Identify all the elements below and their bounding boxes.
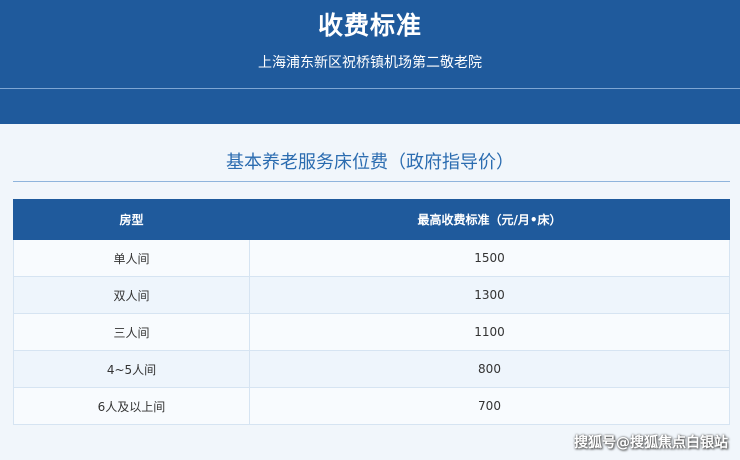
fee-cell: 1500 — [249, 239, 730, 277]
room-type-cell: 4~5人间 — [13, 350, 250, 388]
fee-cell: 1300 — [249, 276, 730, 314]
table-row: 单人间 1500 — [13, 239, 730, 277]
header-divider — [0, 88, 740, 89]
room-type-cell: 双人间 — [13, 276, 250, 314]
fee-cell: 1100 — [249, 313, 730, 351]
section-title: 基本养老服务床位费（政府指导价） — [226, 152, 514, 173]
facility-name: 上海浦东新区祝桥镇机场第二敬老院 — [258, 55, 482, 71]
page-header: 收费标准 上海浦东新区祝桥镇机场第二敬老院 — [0, 0, 740, 124]
page-title: 收费标准 — [317, 11, 422, 40]
table-row: 6人及以上间 700 — [13, 387, 730, 425]
table-header-row: 房型 最高收费标准（元/月•床） — [13, 199, 730, 240]
column-header-room-type: 房型 — [13, 199, 250, 240]
fee-cell: 700 — [249, 387, 730, 425]
room-type-cell: 三人间 — [13, 313, 250, 351]
fee-table: 房型 最高收费标准（元/月•床） 单人间 1500 双人间 1300 三人间 1… — [13, 199, 730, 425]
room-type-cell: 单人间 — [13, 239, 250, 277]
room-type-cell: 6人及以上间 — [13, 387, 250, 425]
table-row: 三人间 1100 — [13, 313, 730, 351]
table-row: 双人间 1300 — [13, 276, 730, 314]
column-header-max-fee: 最高收费标准（元/月•床） — [249, 199, 730, 240]
table-row: 4~5人间 800 — [13, 350, 730, 388]
section-divider — [13, 181, 730, 182]
source-watermark: 搜狐号@搜狐焦点白银站 — [574, 435, 728, 451]
fee-cell: 800 — [249, 350, 730, 388]
